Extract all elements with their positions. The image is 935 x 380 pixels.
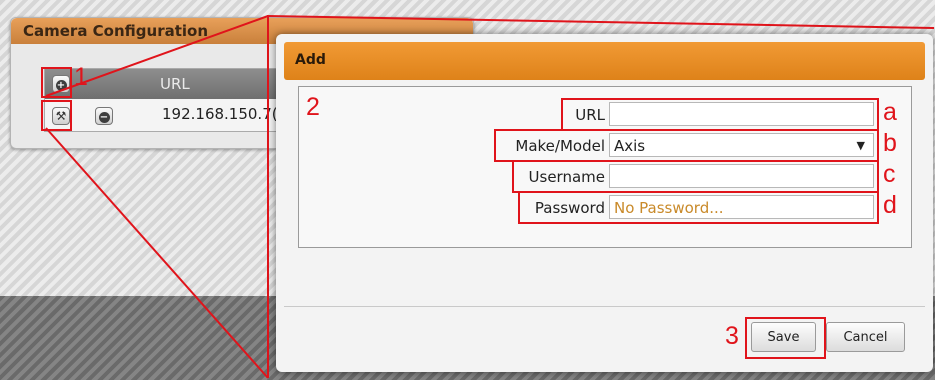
callout-1-number: 1 [74,63,88,91]
dialog-divider [284,306,925,307]
callout-a-letter: a [883,98,897,126]
add-camera-dialog: Add 2 URL Make/Model Axis ▼ Username Pas… [276,34,933,372]
callout-b-box [494,129,879,162]
callout-d-box [518,191,879,224]
callout-1-add-box [41,67,72,98]
save-button[interactable]: Save [751,322,816,352]
callout-2-number: 2 [306,93,320,121]
callout-b-letter: b [883,129,897,157]
callout-d-letter: d [883,191,897,219]
callout-3-number: 3 [725,322,739,350]
callout-c-letter: c [883,160,896,188]
dialog-title: Add [295,52,326,68]
cancel-button[interactable]: Cancel [826,322,905,352]
callout-1-edit-box [41,100,72,131]
add-camera-form: 2 URL Make/Model Axis ▼ Username Passwor… [298,86,912,248]
dialog-header: Add [284,42,925,80]
callout-c-box [512,160,879,193]
callout-a-box [561,98,879,131]
